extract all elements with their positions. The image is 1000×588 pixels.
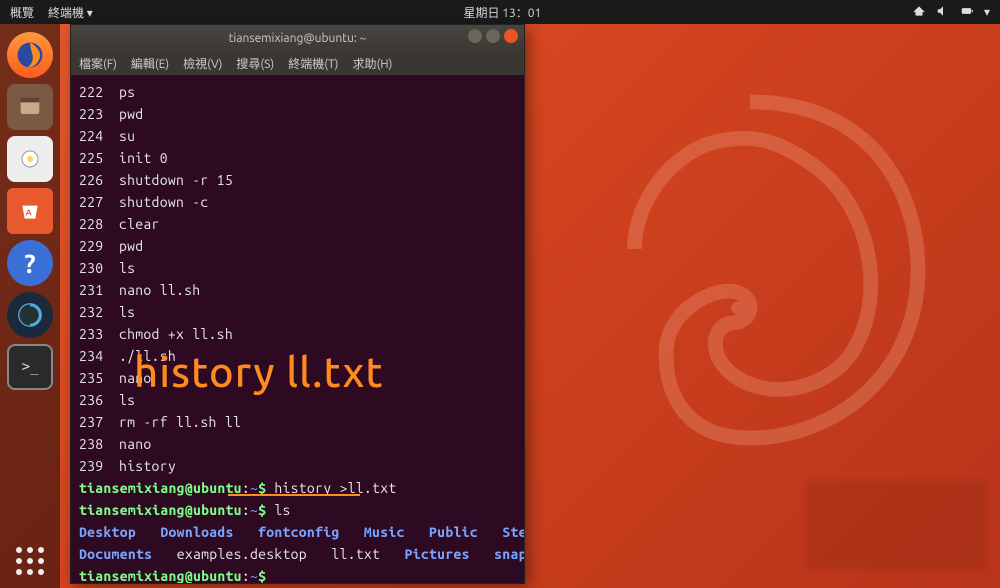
window-title: tiansemixiang@ubuntu: ~ (229, 32, 367, 45)
system-menu-icon[interactable]: ▾ (984, 5, 990, 19)
network-icon[interactable] (912, 4, 926, 21)
title-bar[interactable]: tiansemixiang@ubuntu: ~ (71, 25, 524, 51)
menu-file[interactable]: 檔案(F) (79, 55, 117, 72)
dock-app-files[interactable] (7, 84, 53, 130)
volume-icon[interactable] (936, 4, 950, 21)
menu-bar: 檔案(F) 編輯(E) 檢視(V) 搜尋(S) 終端機(T) 求助(H) (71, 51, 524, 75)
menu-terminal[interactable]: 終端機(T) (288, 55, 338, 72)
menu-view[interactable]: 檢視(V) (183, 55, 222, 72)
battery-icon[interactable] (960, 4, 974, 21)
active-app-label[interactable]: 終端機 (48, 7, 84, 20)
terminal-window[interactable]: tiansemixiang@ubuntu: ~ 檔案(F) 編輯(E) 檢視(V… (70, 24, 525, 584)
ubuntu-wallpaper-bird (540, 60, 960, 480)
dock-app-terminal[interactable]: >_ (7, 344, 53, 390)
dock-app-firefox[interactable] (7, 32, 53, 78)
dock-app-monitor[interactable] (7, 292, 53, 338)
top-bar: 概覽 終端機 ▾ 星期日 13：01 ▾ (0, 0, 1000, 24)
maximize-button[interactable] (486, 29, 500, 43)
dock-app-rhythmbox[interactable] (7, 136, 53, 182)
clock[interactable]: 星期日 13：01 (463, 7, 541, 20)
apps-grid-button[interactable] (13, 544, 47, 578)
dock: A ? >_ (0, 24, 60, 588)
overview-label[interactable]: 概覽 (10, 4, 34, 21)
menu-search[interactable]: 搜尋(S) (236, 55, 274, 72)
minimize-button[interactable] (468, 29, 482, 43)
dock-app-software[interactable]: A (7, 188, 53, 234)
close-button[interactable] (504, 29, 518, 43)
dock-app-help[interactable]: ? (7, 240, 53, 286)
menu-edit[interactable]: 編輯(E) (131, 55, 169, 72)
terminal-body[interactable]: 222ps223pwd224su225init 0226shutdown -r … (71, 75, 524, 583)
svg-text:A: A (26, 207, 32, 217)
background-artifact (806, 480, 986, 570)
menu-help[interactable]: 求助(H) (352, 55, 392, 72)
